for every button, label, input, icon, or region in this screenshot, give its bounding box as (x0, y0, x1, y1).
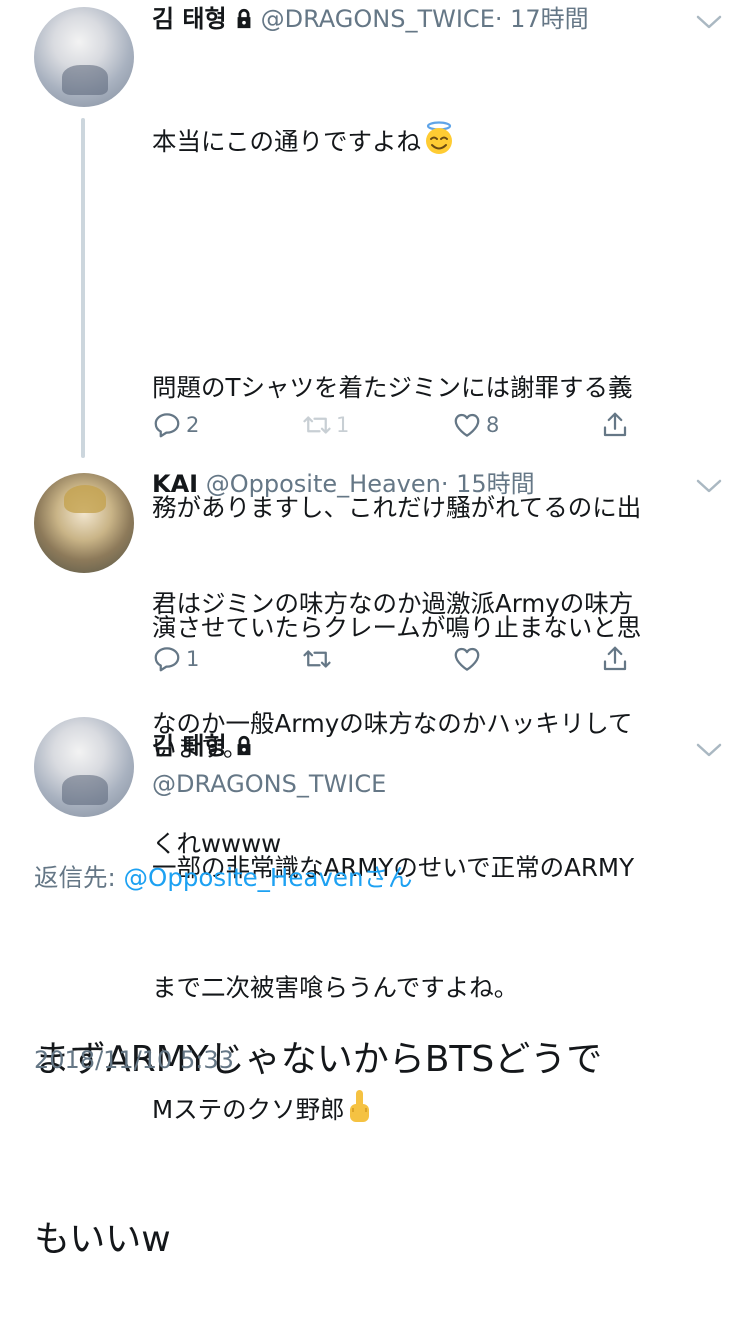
handle[interactable]: @DRAGONS_TWICE (261, 5, 495, 33)
retweet-button[interactable] (302, 639, 332, 679)
like-button[interactable]: 8 (452, 405, 499, 445)
display-name[interactable]: 김 태형 (152, 5, 227, 33)
tweet-text: 君はジミンの味方なのか過激派Armyの味方 なのか一般Armyの味方なのかハッキ… (152, 504, 732, 904)
reply-count: 1 (186, 647, 200, 671)
avatar[interactable] (34, 473, 134, 573)
tweet-header: KAI @Opposite_Heaven· 15時間 (152, 469, 535, 499)
reply-icon (154, 647, 180, 672)
retweet-icon (303, 416, 331, 434)
display-name[interactable]: KAI (152, 470, 198, 498)
share-icon (603, 646, 627, 671)
main-handle-row: @DRAGONS_TWICE (152, 769, 386, 799)
retweet-button[interactable]: 1 (302, 405, 349, 445)
tweet-time[interactable]: · 17時間 (495, 5, 589, 33)
angel-emoji (421, 120, 457, 168)
main-display-name-row: 김 태형 (152, 731, 261, 761)
handle[interactable]: @Opposite_Heaven (206, 470, 441, 498)
reply-to-label: 返信先: (34, 863, 124, 892)
tweet-header: 김 태형 @DRAGONS_TWICE· 17時間 (152, 4, 589, 34)
tweet-line: もいいw (34, 1219, 171, 1260)
reply-icon (154, 413, 180, 438)
share-icon (603, 412, 627, 437)
retweet-count: 1 (336, 413, 350, 437)
lock-icon (237, 735, 251, 756)
main-tweet-text: まずARMYじゃないからBTSどうで もいいw (34, 910, 724, 1330)
chevron-down-icon[interactable] (696, 14, 722, 30)
tweet-line: くれwwww (152, 829, 282, 858)
tweet-line: 本当にこの通りですよね (152, 120, 732, 168)
tweet-line: 君はジミンの味方なのか過激派Armyの味方 (152, 589, 634, 618)
reply-button[interactable]: 1 (152, 639, 199, 679)
reply-to-user-link[interactable]: @Opposite_Heavenさん (124, 863, 413, 892)
tweet-time[interactable]: · 15時間 (441, 470, 535, 498)
tweet-line (152, 248, 732, 288)
tweet-line: 問題のTシャツを着たジミンには謝罪する義 (152, 373, 633, 402)
handle[interactable]: @DRAGONS_TWICE (152, 770, 386, 798)
tweet-timestamp[interactable]: 2018/11/10 5:33 (34, 1046, 234, 1074)
reply-count: 2 (186, 413, 200, 437)
like-icon (454, 647, 480, 671)
retweet-icon (303, 650, 331, 668)
reply-button[interactable]: 2 (152, 405, 199, 445)
share-button[interactable] (600, 405, 630, 445)
chevron-down-icon[interactable] (696, 742, 722, 758)
lock-icon (237, 8, 251, 29)
share-button[interactable] (600, 639, 630, 679)
avatar[interactable] (34, 7, 134, 107)
avatar[interactable] (34, 717, 134, 817)
like-button[interactable] (452, 639, 482, 679)
reply-to-context: 返信先: @Opposite_Heavenさん (34, 859, 413, 894)
like-icon (454, 413, 480, 437)
thread-line (81, 118, 85, 458)
like-count: 8 (486, 413, 500, 437)
display-name[interactable]: 김 태형 (152, 732, 227, 760)
chevron-down-icon[interactable] (696, 478, 722, 494)
